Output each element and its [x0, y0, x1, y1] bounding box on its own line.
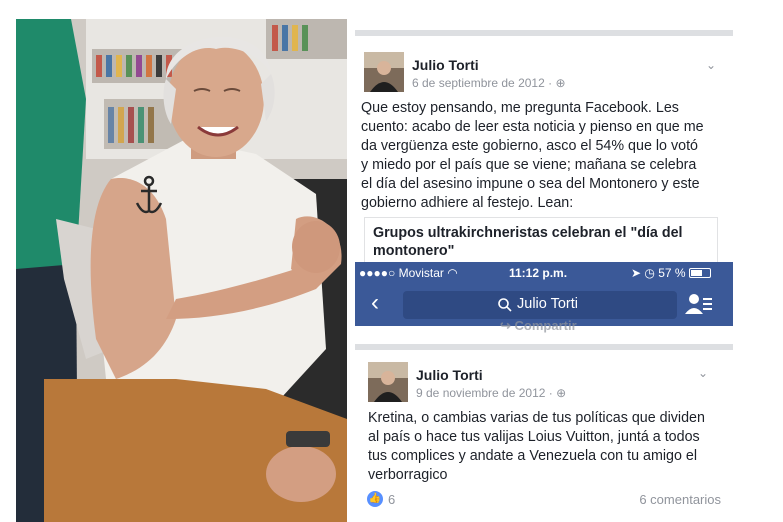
post-date-text: 9 de noviembre de 2012 ·: [416, 386, 557, 400]
wifi-icon: ◠: [447, 266, 458, 280]
share-icon: ↪: [500, 318, 515, 333]
post-date: 9 de noviembre de 2012 · ⊕: [416, 386, 566, 400]
post-text-line: Que estoy pensando, me pregunta Facebook…: [361, 100, 679, 116]
reactions-row: 👍 6 6 comentarios: [367, 490, 727, 510]
link-title-line: Grupos ultrakirchneristas celebran el "d…: [373, 225, 683, 241]
link-preview[interactable]: Grupos ultrakirchneristas celebran el "d…: [364, 217, 718, 262]
status-right: ➤ ◷ 57 %: [631, 266, 711, 280]
search-text: Julio Torti: [517, 296, 578, 312]
post-date: 6 de septiembre de 2012 · ⊕: [412, 76, 566, 90]
post-text: Que estoy pensando, me pregunta Facebook…: [361, 99, 729, 213]
facebook-screenshots: Julio Torti 6 de septiembre de 2012 · ⊕ …: [355, 30, 733, 522]
post-text-line: da vergüenza este gobierno, asco el 54% …: [361, 138, 699, 154]
post-text-line: el día del asesino impune o sea del Mont…: [361, 176, 700, 192]
alarm-icon: ◷: [644, 266, 659, 280]
carrier-status: ●●●●○ Movistar ◠: [359, 266, 458, 280]
carrier-text: ●●●●○ Movistar: [359, 266, 444, 280]
globe-icon: ⊕: [555, 76, 566, 90]
status-time: 11:12 p.m.: [509, 266, 568, 280]
battery-text: 57 %: [658, 266, 686, 280]
link-title: Grupos ultrakirchneristas celebran el "d…: [365, 218, 717, 262]
friends-icon[interactable]: [685, 292, 713, 316]
chevron-left-icon[interactable]: ‹: [371, 290, 379, 316]
post-text-line: verborragico: [368, 467, 448, 483]
post-author[interactable]: Julio Torti: [412, 57, 479, 73]
post-text-line: gobierno adhiere al festejo. Lean:: [361, 195, 574, 211]
post-text: Kretina, o cambias varias de tus polític…: [368, 409, 728, 485]
post-author[interactable]: Julio Torti: [416, 367, 483, 383]
author-avatar[interactable]: [364, 52, 404, 92]
globe-icon: ⊕: [556, 386, 567, 400]
battery-icon: [688, 268, 711, 278]
share-button[interactable]: ↪ Compartir: [500, 318, 577, 334]
mobile-nav-bar: ●●●●○ Movistar ◠ 11:12 p.m. ➤ ◷ 57 % ‹ J…: [355, 262, 733, 326]
comment-count[interactable]: 6 comentarios: [639, 492, 721, 507]
tattoo-photo: [16, 19, 347, 522]
like-icon[interactable]: 👍: [367, 491, 383, 507]
post-text-line: y miedo por el país que se viene; mañana…: [361, 157, 697, 173]
post-text-line: al país o hace tus valijas Loius Vuitton…: [368, 429, 700, 445]
link-title-line: montonero": [373, 243, 455, 259]
share-label: Compartir: [514, 318, 577, 333]
search-icon: [497, 297, 513, 313]
post-text-line: Kretina, o cambias varias de tus polític…: [368, 410, 705, 426]
author-avatar[interactable]: [368, 362, 408, 402]
post-1: Julio Torti 6 de septiembre de 2012 · ⊕ …: [355, 36, 733, 262]
post-text-line: cuento: acabo de leer esta noticia y pie…: [361, 119, 704, 135]
chevron-down-icon[interactable]: ⌄: [706, 58, 716, 72]
post-date-text: 6 de septiembre de 2012 ·: [412, 76, 556, 90]
location-icon: ➤: [631, 266, 645, 280]
like-count[interactable]: 6: [388, 492, 395, 507]
chevron-down-icon[interactable]: ⌄: [698, 366, 708, 380]
post-text-line: tus complices y andate a Venezuela con t…: [368, 448, 698, 464]
